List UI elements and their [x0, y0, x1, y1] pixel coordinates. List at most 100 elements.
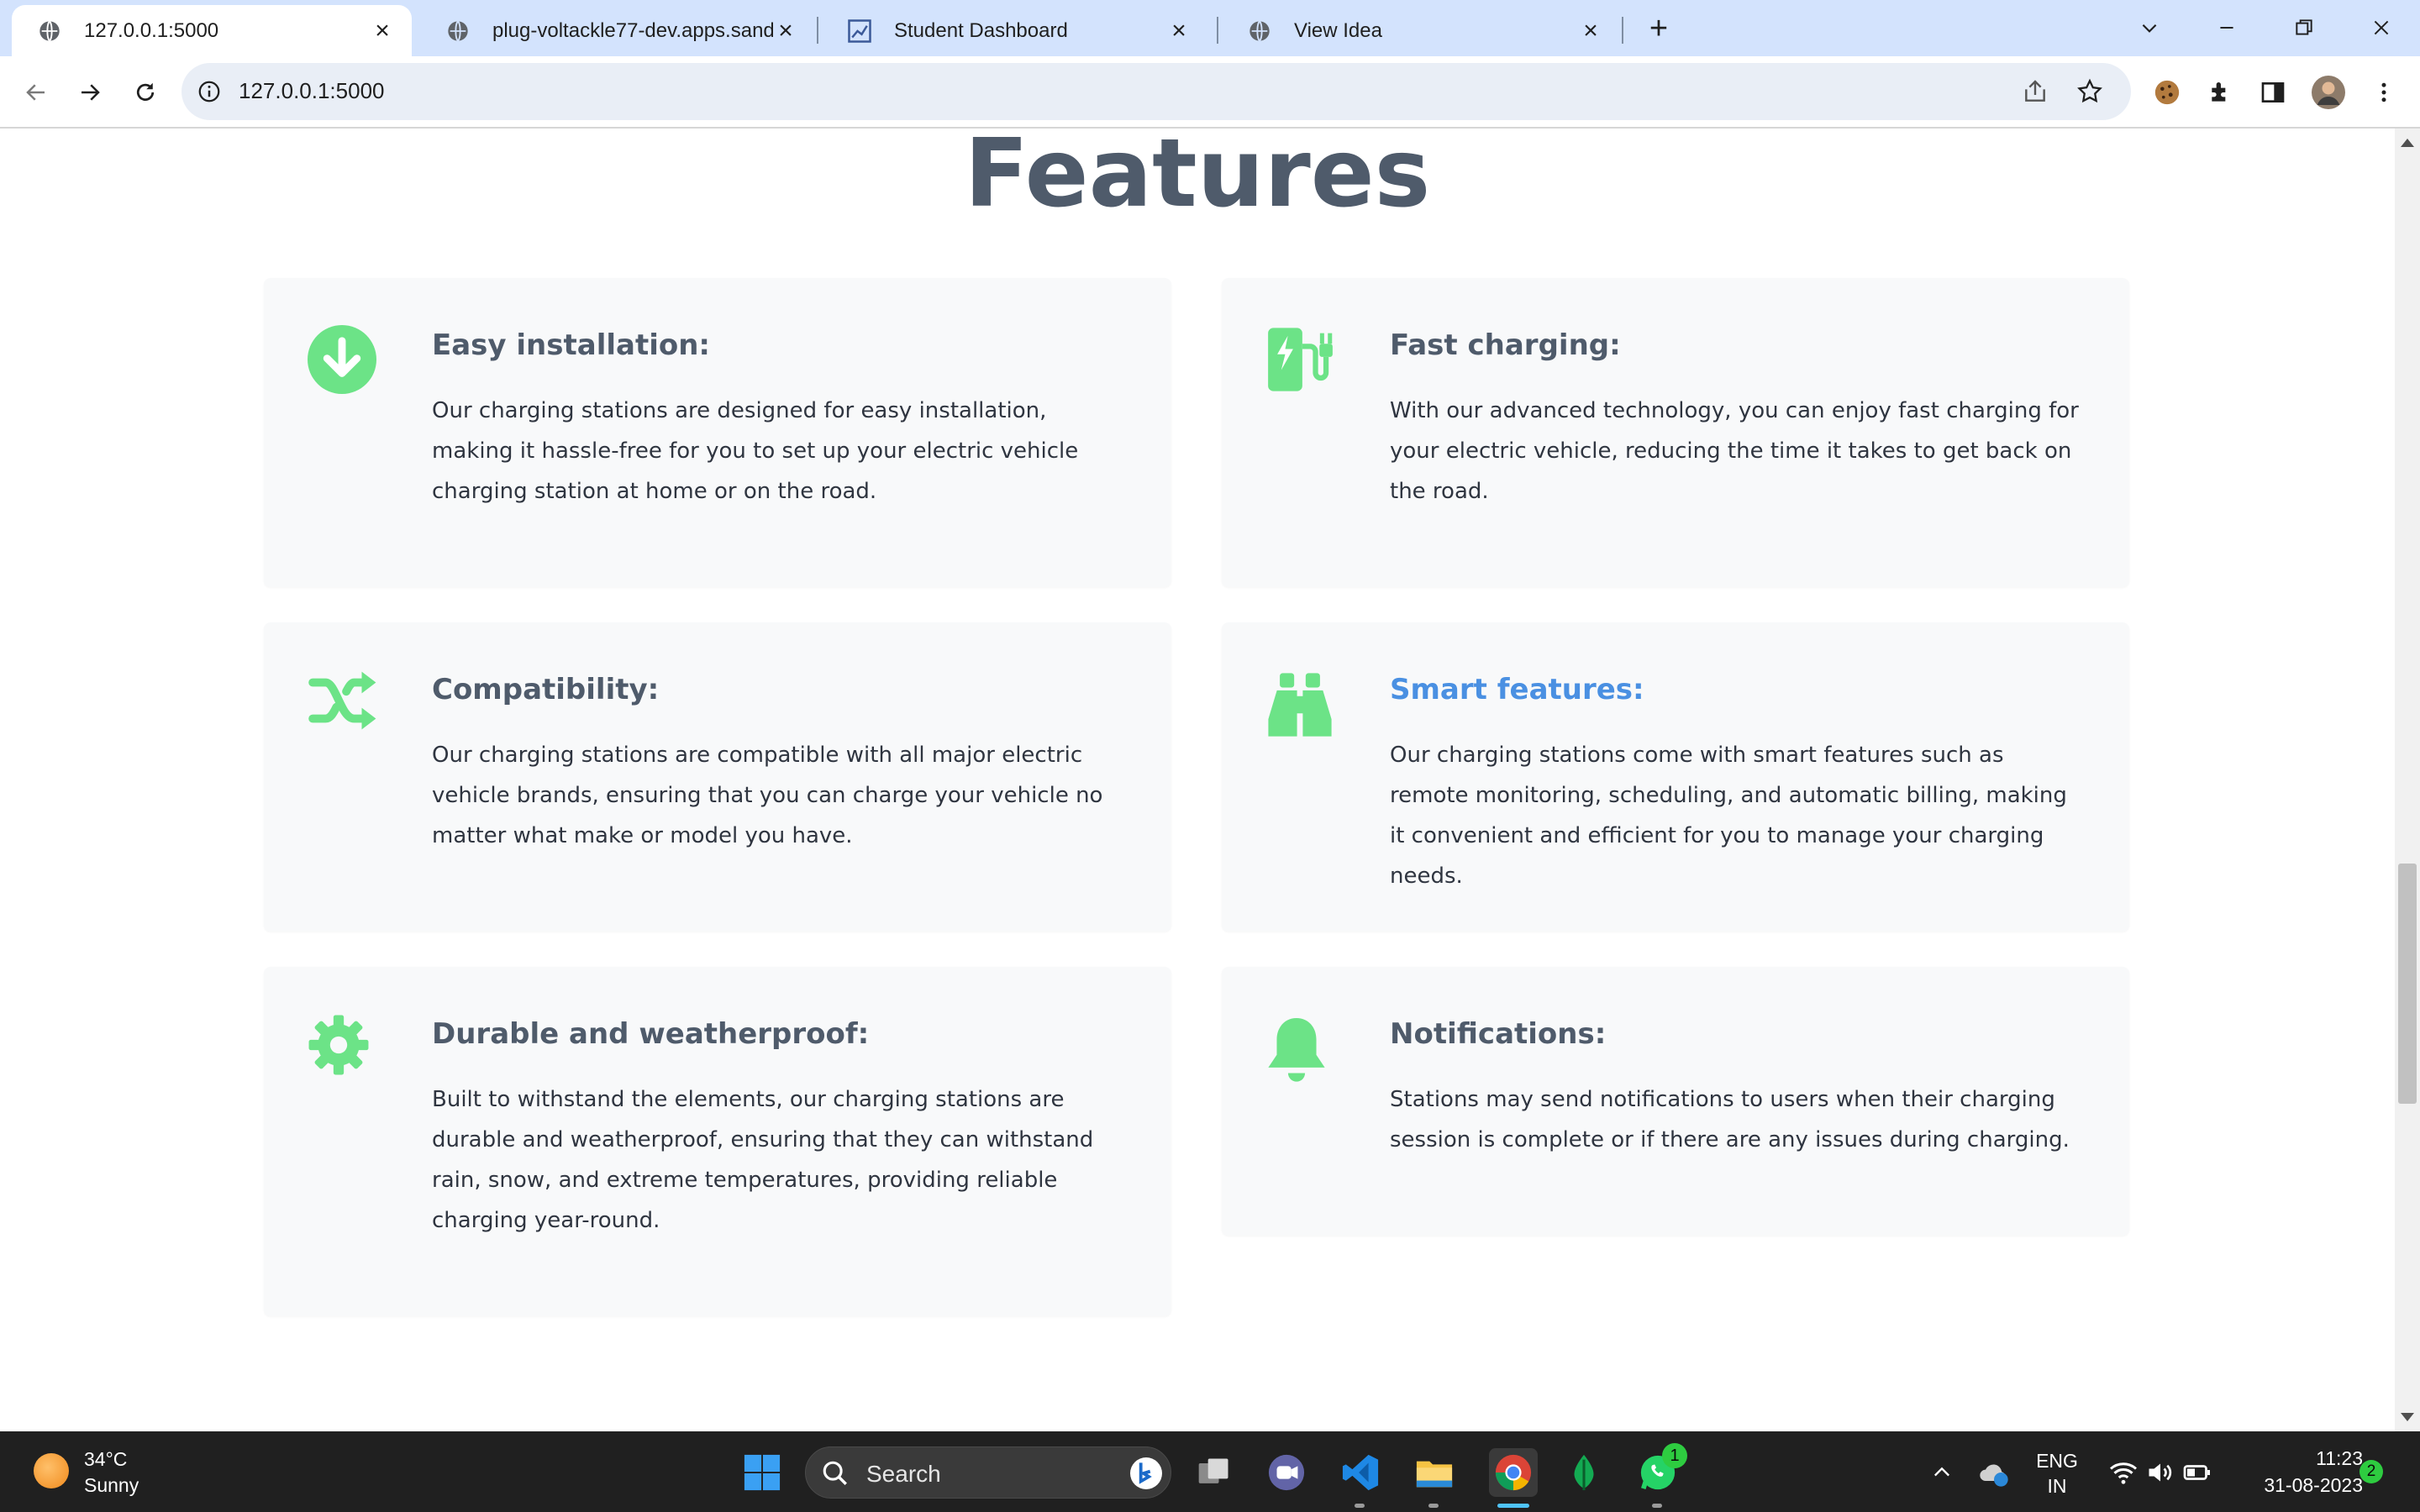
globe-icon — [445, 18, 471, 44]
globe-icon — [1247, 18, 1272, 44]
address-bar[interactable]: 127.0.0.1:5000 — [182, 63, 2131, 120]
chrome-active-indicator — [1497, 1504, 1529, 1508]
tab-title: View Idea — [1294, 18, 1382, 42]
feature-card-compatibility: Compatibility: Our charging stations are… — [264, 622, 1171, 932]
search-placeholder: Search — [866, 1461, 941, 1487]
side-panel-icon[interactable] — [2254, 73, 2292, 112]
explorer-running-indicator — [1428, 1504, 1439, 1508]
feature-title: Fast charging: — [1390, 328, 1621, 362]
tab-search-chevron-icon[interactable] — [2124, 8, 2175, 47]
feature-description: Our charging stations are designed for e… — [432, 398, 1079, 504]
browser-tab-strip: 127.0.0.1:5000 × plug-voltackle77-dev.ap… — [0, 0, 2420, 56]
close-tab-icon[interactable]: × — [1166, 18, 1192, 44]
binoculars-icon — [1265, 669, 1349, 753]
chrome-icon[interactable] — [1489, 1448, 1538, 1497]
language-line1: ENG — [2036, 1450, 2078, 1472]
tab-separator — [1217, 17, 1218, 44]
new-tab-button[interactable]: + — [1642, 12, 1676, 45]
windows-start-icon[interactable] — [741, 1452, 783, 1494]
input-language-indicator[interactable]: ENG IN — [2027, 1448, 2087, 1499]
close-window-button[interactable] — [2356, 8, 2407, 47]
battery-icon[interactable] — [2176, 1452, 2218, 1494]
task-view-icon[interactable] — [1193, 1452, 1235, 1494]
volume-icon[interactable] — [2139, 1452, 2181, 1494]
feature-card-easy-installation: Easy installation: Our charging stations… — [264, 278, 1171, 587]
feature-description: Stations may send notifications to users… — [1390, 1087, 2070, 1152]
weather-widget[interactable]: 34°C Sunny — [84, 1446, 139, 1499]
language-line2: IN — [2047, 1475, 2067, 1497]
feature-title[interactable]: Smart features: — [1390, 673, 1644, 706]
tab-view-idea[interactable]: View Idea × — [1222, 5, 1620, 56]
onedrive-sync-icon[interactable] — [1973, 1452, 2015, 1494]
whatsapp-running-indicator — [1652, 1504, 1662, 1508]
windows-taskbar: 34°C Sunny Search 1 ENG IN 11:23 31-08-2… — [0, 1431, 2420, 1512]
url-text: 127.0.0.1:5000 — [239, 78, 385, 103]
feature-description: Built to withstand the elements, our cha… — [432, 1087, 1094, 1233]
chart-icon — [847, 18, 872, 44]
share-icon[interactable] — [2022, 78, 2049, 105]
tab-title: 127.0.0.1:5000 — [84, 18, 219, 42]
features-heading: Features — [964, 129, 1431, 228]
bell-icon — [1265, 1014, 1349, 1098]
file-explorer-icon[interactable] — [1413, 1452, 1455, 1494]
close-tab-icon[interactable]: × — [773, 18, 798, 44]
tab-separator — [817, 17, 818, 44]
feature-description: Our charging stations come with smart fe… — [1390, 743, 2067, 889]
feature-title: Easy installation: — [432, 328, 711, 362]
tab-student-dashboard[interactable]: Student Dashboard × — [822, 5, 1208, 56]
tab-title: Student Dashboard — [894, 18, 1068, 42]
feature-description: With our advanced technology, you can en… — [1390, 398, 2079, 504]
clock-time: 11:23 — [2316, 1447, 2363, 1469]
vscode-running-indicator — [1355, 1504, 1365, 1508]
shuffle-icon — [308, 669, 392, 753]
tab-localhost[interactable]: 127.0.0.1:5000 × — [12, 5, 412, 56]
charging-station-icon — [1265, 325, 1349, 409]
mongodb-compass-icon[interactable] — [1563, 1452, 1605, 1494]
reload-button[interactable] — [126, 73, 165, 112]
feature-title: Compatibility: — [432, 673, 660, 706]
taskbar-search-box[interactable]: Search — [805, 1446, 1171, 1499]
scroll-up-arrow-icon[interactable] — [2401, 139, 2414, 147]
back-button[interactable] — [17, 73, 55, 112]
tab-plug-voltackle[interactable]: plug-voltackle77-dev.apps.sandb × — [420, 5, 815, 56]
page-viewport: Features Easy installation: Our charging… — [0, 129, 2395, 1431]
search-icon — [821, 1459, 850, 1488]
clock[interactable]: 11:23 31-08-2023 — [2228, 1445, 2363, 1499]
tab-title: plug-voltackle77-dev.apps.sandb — [492, 18, 773, 42]
feature-title: Notifications: — [1390, 1017, 1607, 1051]
page-scrollbar[interactable] — [2395, 129, 2420, 1431]
close-tab-icon[interactable]: × — [1578, 18, 1603, 44]
cookie-extension-icon[interactable] — [2148, 73, 2186, 112]
close-tab-icon[interactable]: × — [370, 18, 395, 44]
tab-separator — [1622, 17, 1623, 44]
teams-chat-icon[interactable] — [1265, 1452, 1307, 1494]
show-hidden-icons-chevron-icon[interactable] — [1921, 1452, 1963, 1494]
feature-description: Our charging stations are compatible wit… — [432, 743, 1103, 848]
vscode-icon[interactable] — [1339, 1452, 1381, 1494]
feature-card-fast-charging: Fast charging: With our advanced technol… — [1222, 278, 2129, 587]
whatsapp-unread-badge: 1 — [1662, 1443, 1687, 1468]
sun-weather-icon[interactable] — [34, 1453, 69, 1488]
arrow-circle-down-icon — [308, 325, 392, 409]
scrollbar-thumb[interactable] — [2398, 864, 2417, 1104]
bing-chat-icon[interactable] — [1130, 1457, 1162, 1489]
restore-button[interactable] — [2279, 8, 2329, 47]
notification-count-badge[interactable]: 2 — [2360, 1460, 2383, 1483]
globe-icon — [37, 18, 62, 44]
extensions-puzzle-icon[interactable] — [2202, 73, 2240, 112]
forward-button[interactable] — [71, 73, 109, 112]
site-info-icon[interactable] — [197, 79, 222, 104]
wifi-icon[interactable] — [2102, 1452, 2144, 1494]
scroll-down-arrow-icon[interactable] — [2401, 1413, 2414, 1421]
bookmark-star-icon[interactable] — [2075, 77, 2104, 106]
feature-card-durable-weatherproof: Durable and weatherproof: Built to withs… — [264, 967, 1171, 1316]
profile-avatar[interactable] — [2309, 73, 2348, 112]
minimize-button[interactable] — [2202, 8, 2252, 47]
weather-temp: 34°C — [84, 1448, 128, 1470]
clock-date: 31-08-2023 — [2264, 1474, 2363, 1496]
feature-card-smart-features: Smart features: Our charging stations co… — [1222, 622, 2129, 932]
weather-condition: Sunny — [84, 1474, 139, 1496]
feature-title: Durable and weatherproof: — [432, 1017, 870, 1051]
browser-menu-icon[interactable] — [2365, 73, 2403, 112]
gear-icon — [308, 1014, 392, 1098]
